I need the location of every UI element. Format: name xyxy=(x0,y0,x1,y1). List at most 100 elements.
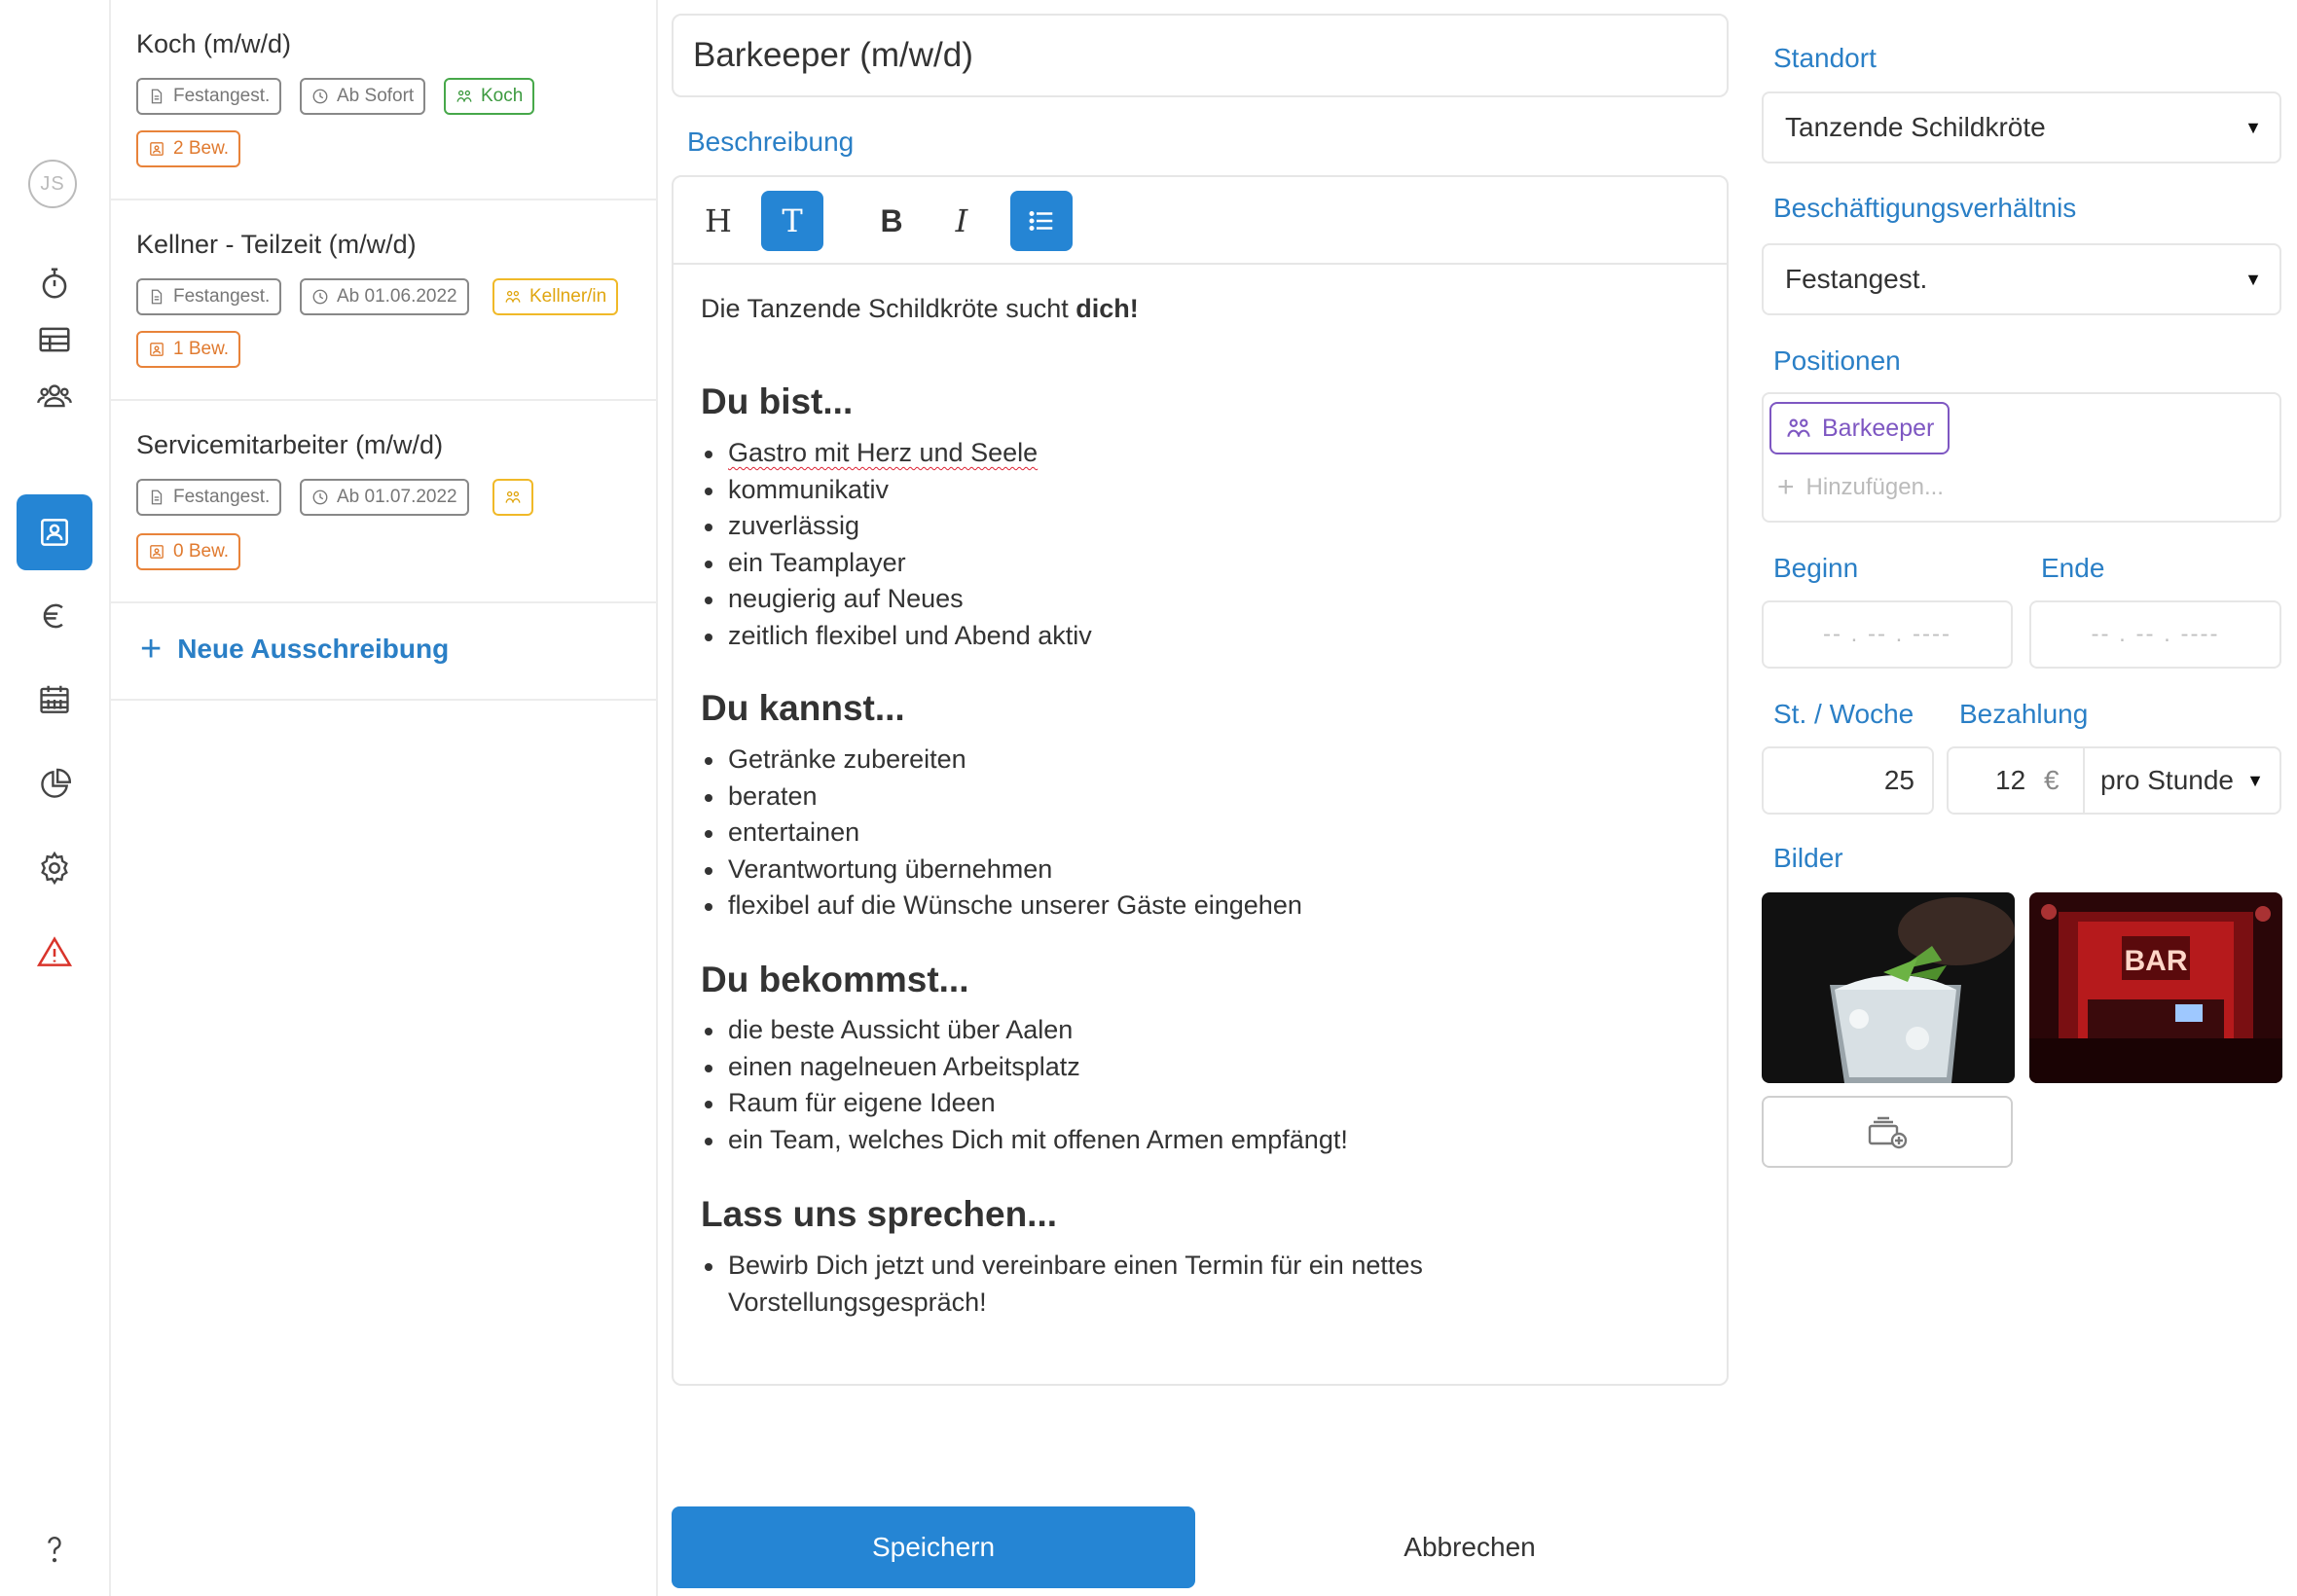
bullet-list-button[interactable] xyxy=(1010,191,1073,251)
list-item: einen nagelneuen Arbeitsplatz xyxy=(701,1049,1348,1086)
location-select[interactable]: Tanzende Schildkröte ▼ xyxy=(1762,91,2281,163)
contact-card-icon xyxy=(150,142,164,156)
cocktail-image[interactable] xyxy=(1762,892,2015,1083)
begin-date-input[interactable]: -- . -- . ---- xyxy=(1762,600,2013,669)
job-title: Servicemitarbeiter (m/w/d) xyxy=(136,430,444,459)
intro-text: Die Tanzende Schildkröte sucht dich! xyxy=(701,294,1139,323)
warning-icon[interactable] xyxy=(17,915,92,991)
list-icon xyxy=(1029,211,1053,231)
bullet-list: Gastro mit Herz und Seele kommunikativ z… xyxy=(701,435,1092,654)
editor-toolbar: H T B I xyxy=(674,177,1727,265)
job-item[interactable]: Kellner - Teilzeit (m/w/d) Festangest. A… xyxy=(111,200,658,401)
text-button[interactable]: T xyxy=(761,191,823,251)
euro-icon: € xyxy=(2044,765,2060,795)
section-heading: Lass uns sprechen... xyxy=(701,1194,1058,1234)
list-item: zuverlässig xyxy=(701,508,1092,545)
hours-input[interactable]: 25 xyxy=(1762,746,1934,815)
calendar-icon[interactable] xyxy=(17,662,92,738)
end-date-input[interactable]: -- . -- . ---- xyxy=(2029,600,2281,669)
list-item: beraten xyxy=(701,779,1302,816)
italic-button[interactable]: I xyxy=(930,191,993,251)
list-item: Gastro mit Herz und Seele xyxy=(701,435,1092,472)
dropdown-caret-icon: ▼ xyxy=(2246,770,2264,790)
list-item: neugierig auf Neues xyxy=(701,581,1092,618)
employment-label: Beschäftigungsverhältnis xyxy=(1773,193,2077,223)
euro-icon[interactable] xyxy=(17,578,92,654)
job-item[interactable]: Servicemitarbeiter (m/w/d) Festangest. A… xyxy=(111,401,658,603)
list-item: ein Teamplayer xyxy=(701,545,1092,582)
clock-icon xyxy=(312,89,328,104)
begin-label: Beginn xyxy=(1773,553,1859,583)
bar-image[interactable]: BAR xyxy=(2029,892,2282,1083)
bullet-list: Bewirb Dich jetzt und vereinbare einen T… xyxy=(701,1248,1499,1321)
dropdown-caret-icon: ▼ xyxy=(2244,117,2262,137)
question-icon[interactable] xyxy=(17,1511,92,1587)
save-button[interactable]: Speichern xyxy=(672,1506,1195,1588)
list-item: ein Team, welches Dich mit offenen Armen… xyxy=(701,1122,1348,1159)
pay-unit-select[interactable]: pro Stunde xyxy=(2100,765,2234,796)
cancel-button[interactable]: Abbrechen xyxy=(1256,1506,1684,1588)
add-position-button[interactable]: + Hinzufügen... xyxy=(1777,473,1944,502)
payment-label: Bezahlung xyxy=(1959,699,2089,729)
clock-icon xyxy=(312,289,328,305)
payment-input[interactable]: 12 € pro Stunde ▼ xyxy=(1947,746,2281,815)
images-label: Bilder xyxy=(1773,843,1843,873)
employment-select[interactable]: Festangest. ▼ xyxy=(1762,243,2281,315)
position-tag: Kellner/in xyxy=(492,278,619,315)
list-item: zeitlich flexibel und Abend aktiv xyxy=(701,618,1092,655)
job-item[interactable]: Koch (m/w/d) Festangest. Ab Sofort Koch … xyxy=(111,0,658,200)
waiter-icon xyxy=(505,490,521,503)
applications-tag[interactable]: 2 Bew. xyxy=(136,130,241,167)
document-icon xyxy=(151,89,163,104)
description-label: Beschreibung xyxy=(687,127,855,157)
list-item: flexibel auf die Wünsche unserer Gäste e… xyxy=(701,888,1302,925)
list-item: Raum für eigene Ideen xyxy=(701,1085,1348,1122)
positions-label: Positionen xyxy=(1773,345,1901,376)
contact-card-icon[interactable] xyxy=(17,494,92,570)
contact-card-icon xyxy=(150,343,164,356)
description-editor[interactable]: H T B I Die Tanzende Schildkröte sucht d… xyxy=(672,175,1729,1386)
bullet-list: die beste Aussicht über Aalen einen nage… xyxy=(701,1012,1348,1158)
bold-button[interactable]: B xyxy=(860,191,923,251)
list-item: Verantwortung übernehmen xyxy=(701,852,1302,889)
new-job-row: + Neue Ausschreibung xyxy=(111,603,658,701)
start-date-tag: Ab 01.07.2022 xyxy=(300,479,469,516)
users-icon[interactable] xyxy=(17,357,92,433)
list-item: die beste Aussicht über Aalen xyxy=(701,1012,1348,1049)
section-heading: Du bekommst... xyxy=(701,960,969,999)
list-item: Bewirb Dich jetzt und vereinbare einen T… xyxy=(701,1248,1499,1321)
plus-icon: + xyxy=(140,629,163,670)
employment-tag: Festangest. xyxy=(136,278,282,315)
add-image-icon xyxy=(1868,1116,1908,1149)
start-date-tag: Ab Sofort xyxy=(300,78,426,115)
main-sidebar: JS xyxy=(0,0,111,1596)
section-heading: Du bist... xyxy=(701,381,854,421)
chef-icon xyxy=(456,90,472,102)
pie-chart-icon[interactable] xyxy=(17,746,92,822)
list-item: kommunikativ xyxy=(701,472,1092,509)
position-chip[interactable]: Barkeeper xyxy=(1769,402,1951,454)
contact-card-icon xyxy=(150,545,164,559)
job-title-input[interactable]: Barkeeper (m/w/d) xyxy=(672,14,1729,97)
applications-tag[interactable]: 0 Bew. xyxy=(136,533,241,570)
employment-tag: Festangest. xyxy=(136,479,282,516)
new-job-button[interactable]: + Neue Ausschreibung xyxy=(140,631,449,668)
bartender-icon xyxy=(1787,418,1810,437)
clock-icon xyxy=(312,490,328,505)
job-title: Koch (m/w/d) xyxy=(136,29,292,58)
hours-per-week-label: St. / Woche xyxy=(1773,699,1914,729)
dropdown-caret-icon: ▼ xyxy=(2244,269,2262,289)
heading-button[interactable]: H xyxy=(687,191,749,251)
add-image-button[interactable] xyxy=(1762,1096,2013,1168)
document-icon xyxy=(151,289,163,305)
plus-icon: + xyxy=(1777,471,1795,503)
location-label: Standort xyxy=(1773,43,1877,73)
position-tag xyxy=(492,479,533,516)
user-avatar[interactable]: JS xyxy=(28,160,77,208)
gear-icon[interactable] xyxy=(17,830,92,906)
position-tag: Koch xyxy=(444,78,535,115)
start-date-tag: Ab 01.06.2022 xyxy=(300,278,469,315)
list-item: entertainen xyxy=(701,815,1302,852)
job-title: Kellner - Teilzeit (m/w/d) xyxy=(136,230,417,259)
applications-tag[interactable]: 1 Bew. xyxy=(136,331,241,368)
